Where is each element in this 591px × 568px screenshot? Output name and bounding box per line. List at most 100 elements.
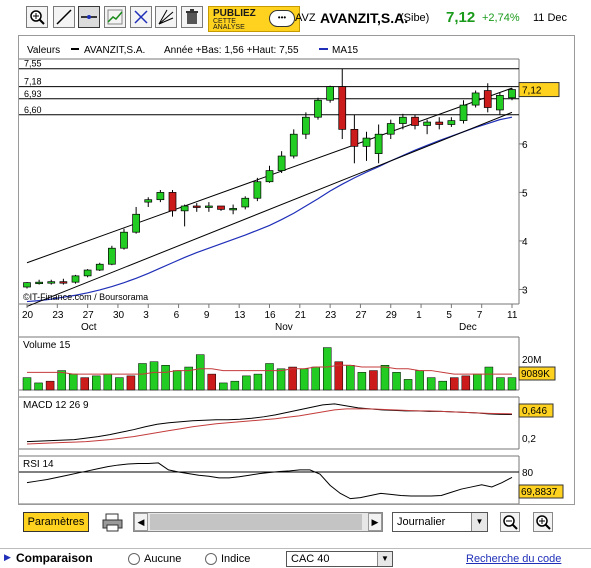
- chart-scrollbar[interactable]: ◀ ▶: [133, 512, 383, 532]
- publish-analysis-button[interactable]: PUBLIEZ CETTE ANALYSE •••: [208, 6, 300, 32]
- x-tick-label: 11: [507, 310, 518, 321]
- volume-bar: [507, 377, 517, 391]
- volume-label: Volume 15: [23, 340, 71, 351]
- horizontal-line-tool-button[interactable]: [78, 6, 100, 28]
- publish-sub-label: CETTE ANALYSE: [213, 18, 245, 31]
- scroll-right-arrow-icon[interactable]: ▶: [368, 513, 382, 531]
- chart-area[interactable]: Valeurs AVANZIT,S.A. Année +Bas: 1,56 +H…: [18, 35, 575, 505]
- search-code-link[interactable]: Recherche du code: [466, 553, 561, 565]
- radio-none[interactable]: [128, 553, 140, 565]
- volume-bar: [126, 375, 136, 391]
- volume-tag-value: 9089K: [521, 369, 550, 380]
- speech-bubble-icon: •••: [269, 10, 295, 27]
- trend-tool-button[interactable]: [104, 6, 126, 28]
- stock-price: 7,12: [446, 9, 476, 26]
- x-tick-label: 13: [234, 310, 246, 321]
- candle-down: [483, 90, 492, 108]
- x-tick-label: 1: [416, 310, 422, 321]
- chevron-down-icon: ▼: [471, 513, 487, 531]
- volume-bar: [380, 365, 390, 391]
- candle-up: [374, 133, 383, 154]
- volume-bar: [496, 377, 505, 391]
- radio-index[interactable]: [205, 553, 217, 565]
- rsi-label: RSI 14: [23, 459, 54, 470]
- period-value: Journalier: [397, 516, 446, 528]
- parameters-button[interactable]: Paramètres: [23, 512, 89, 532]
- channel-lower-line: [26, 111, 513, 307]
- candle-up: [471, 92, 480, 106]
- legend-ma: MA15: [332, 45, 359, 56]
- volume-bar: [57, 370, 66, 391]
- chart-toolbar: PUBLIEZ CETTE ANALYSE ••• AVZ AVANZIT,S.…: [18, 3, 575, 35]
- comparison-label: Comparaison: [16, 551, 93, 565]
- price-tag-value: 7,12: [522, 86, 542, 97]
- index-select[interactable]: CAC 40 ▼: [286, 551, 393, 567]
- radio-index-label: Indice: [221, 553, 251, 565]
- zoom-in-button[interactable]: [533, 512, 553, 532]
- volume-bar: [138, 363, 147, 391]
- stock-market: (Sibe): [400, 12, 430, 24]
- trash-icon: [186, 9, 198, 24]
- fibonacci-tool-button[interactable]: [155, 6, 177, 28]
- candle-up: [120, 231, 128, 249]
- candle-up: [362, 137, 371, 147]
- volume-bar: [369, 370, 378, 391]
- diagonal-line-icon: [56, 9, 72, 25]
- candle-up: [423, 121, 431, 126]
- candle-up: [326, 86, 334, 101]
- zoom-tool-button[interactable]: [26, 6, 48, 28]
- candle-up: [132, 213, 140, 233]
- level-label-4: 6,60: [24, 105, 42, 115]
- volume-bar: [450, 377, 459, 391]
- x-tick-label: 16: [265, 310, 277, 321]
- level-label-3: 6,93: [24, 89, 42, 99]
- magnifier-icon: [30, 10, 45, 25]
- candle-down: [350, 128, 359, 147]
- candle-up: [265, 170, 274, 183]
- scroll-thumb[interactable]: [150, 514, 362, 530]
- print-button[interactable]: [101, 512, 125, 532]
- candle-up: [496, 95, 504, 111]
- trend-grid-icon: [107, 9, 123, 25]
- rsi-panel: RSI 14 80 69,8837: [19, 455, 564, 504]
- x-tick-label: 27: [355, 310, 367, 321]
- macd-label: MACD 12 26 9: [23, 400, 89, 411]
- candle-up: [241, 197, 250, 208]
- candle-up: [447, 120, 456, 125]
- volume-bars: [22, 347, 517, 391]
- volume-bar: [473, 373, 482, 391]
- volume-bar: [357, 372, 367, 391]
- zoom-out-icon: [503, 515, 518, 530]
- candle-up: [156, 192, 165, 201]
- printer-icon: [102, 513, 123, 532]
- line-tool-button[interactable]: [53, 6, 75, 28]
- volume-bar: [322, 347, 332, 391]
- crosshair-tool-button[interactable]: [130, 6, 152, 28]
- candle-up: [83, 269, 92, 277]
- candle-down: [168, 192, 177, 212]
- period-select[interactable]: Journalier ▼: [392, 512, 488, 532]
- candle-down: [192, 205, 201, 208]
- cross-arrows-icon: [134, 10, 148, 24]
- month-label-dec: Dec: [459, 322, 477, 333]
- month-label-nov: Nov: [275, 322, 293, 333]
- volume-bar: [161, 365, 170, 391]
- x-tick-label: 7: [477, 310, 483, 321]
- month-label-oct: Oct: [81, 322, 97, 333]
- candle-up: [277, 155, 286, 171]
- rsi-level-label: 80: [522, 468, 534, 479]
- volume-bar: [438, 380, 447, 391]
- y-tick-label: 6: [522, 140, 528, 151]
- candle-down: [217, 205, 225, 210]
- scroll-left-arrow-icon[interactable]: ◀: [134, 513, 148, 531]
- zoom-in-icon: [536, 515, 551, 530]
- candle-down: [411, 116, 419, 126]
- delete-tool-button[interactable]: [181, 6, 203, 28]
- zoom-out-button[interactable]: [500, 512, 520, 532]
- candle-up: [95, 263, 104, 271]
- x-axis: 20 23 27 30 3 6 9 13 16 21 23 27 29 1 5 7 11: [22, 304, 518, 321]
- volume-panel: Volume 15 20M 9089K: [19, 336, 556, 391]
- volume-bar: [195, 354, 205, 391]
- level-label-1: 7,55: [24, 59, 42, 69]
- volume-bar: [253, 373, 263, 391]
